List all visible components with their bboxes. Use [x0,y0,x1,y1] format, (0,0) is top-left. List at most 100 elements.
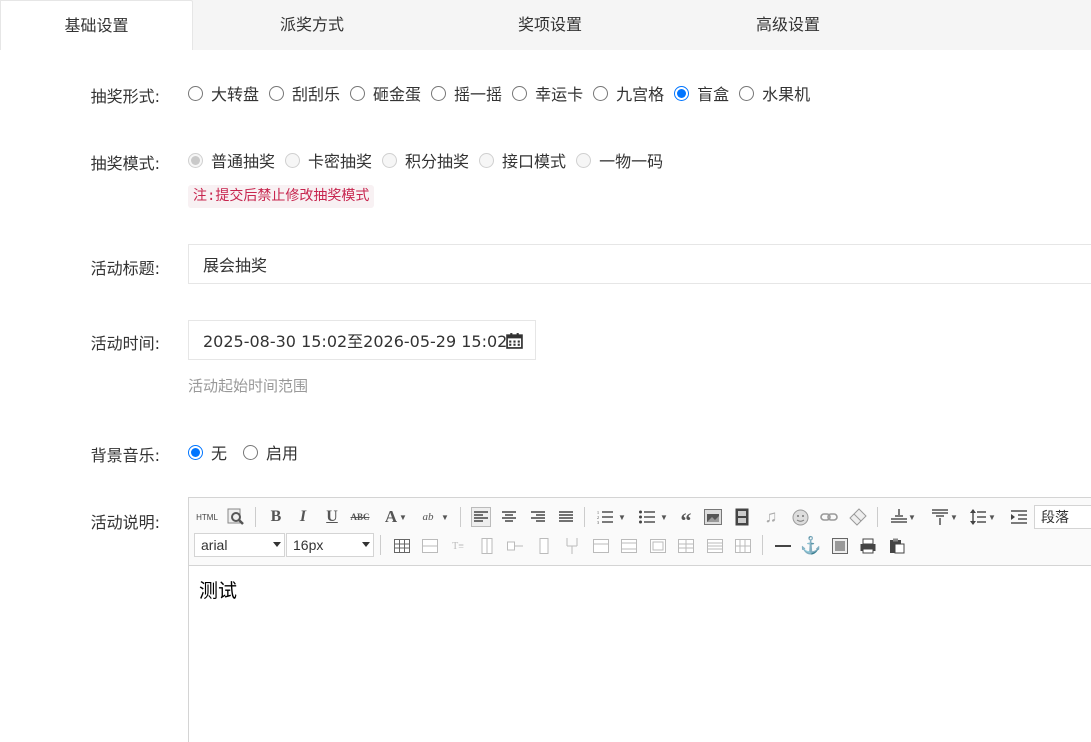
insert-table-icon[interactable] [392,536,412,556]
editor-toolbar: HTML B I U ABC A ▼ ab ▼ 123 ▼ ▼ “ ♫ ▼ ▼ … [189,498,1091,566]
tab-basic-settings[interactable]: 基础设置 [0,0,193,50]
font-color-dropdown-icon[interactable]: ▼ [398,507,408,527]
horizontal-rule-icon[interactable] [773,536,793,556]
link-icon[interactable] [819,507,839,527]
table-merge-right-icon[interactable] [505,536,525,556]
lottery-form-option[interactable]: 盲盒 [674,81,729,105]
font-family-select[interactable]: arial [194,533,285,557]
description-label: 活动说明: [90,513,160,532]
row-spacing-top-dropdown-icon[interactable]: ▼ [907,507,917,527]
table-delete-col-icon[interactable] [619,536,639,556]
lottery-form-option[interactable]: 水果机 [739,81,810,105]
radio-button[interactable] [350,85,366,101]
lottery-mode-option: 积分抽奖 [382,148,469,172]
bg-music-option-none[interactable]: 无 [188,440,227,464]
strikethrough-button[interactable]: ABC [350,507,370,527]
table-insert-row-icon[interactable] [420,536,440,556]
line-height-icon[interactable] [968,507,988,527]
row-spacing-bottom-dropdown-icon[interactable]: ▼ [949,507,959,527]
eraser-icon[interactable] [848,507,868,527]
activity-title-input[interactable]: 展会抽奖 [188,244,1091,284]
calendar-icon[interactable] [506,332,523,353]
radio-button-checked[interactable] [188,444,203,460]
table-delete-row-icon[interactable] [591,536,611,556]
lottery-form-option[interactable]: 刮刮乐 [269,81,340,105]
table-delete-icon[interactable] [733,536,753,556]
align-right-icon[interactable] [528,507,548,527]
paste-icon[interactable] [887,536,907,556]
chevron-down-icon [273,542,281,547]
activity-time-input[interactable]: 2025-08-30 15:02至2026-05-29 15:02 [188,320,536,360]
lottery-mode-option: 卡密抽奖 [285,148,372,172]
radio-button[interactable] [431,85,447,101]
lottery-form-option[interactable]: 摇一摇 [431,81,502,105]
table-split-rows-icon[interactable] [676,536,696,556]
radio-button-disabled [382,152,398,168]
tab-bar: 基础设置 派奖方式 奖项设置 高级设置 [0,0,1091,50]
table-insert-col-icon[interactable] [477,536,497,556]
lottery-form-option[interactable]: 大转盘 [188,81,259,105]
lottery-mode-options: 普通抽奖 卡密抽奖 积分抽奖 接口模式 一物一码 [188,148,673,172]
print-icon[interactable] [858,536,878,556]
underline-button[interactable]: U [322,507,342,527]
lottery-form-option[interactable]: 幸运卡 [512,81,583,105]
lottery-form-option[interactable]: 九宫格 [593,81,664,105]
lottery-mode-option: 普通抽奖 [188,148,275,172]
font-size-select[interactable]: 16px [286,533,374,557]
activity-time-hint: 活动起始时间范围 [188,377,309,395]
radio-button[interactable] [739,85,755,101]
tab-advanced-settings[interactable]: 高级设置 [669,0,907,50]
insert-frame-icon[interactable] [830,536,850,556]
table-merge-down-icon[interactable] [534,536,554,556]
italic-button[interactable]: I [293,507,313,527]
anchor-icon[interactable]: ⚓ [800,536,821,556]
align-left-icon[interactable] [471,507,491,527]
radio-button-checked[interactable] [674,85,690,101]
radio-button[interactable] [269,85,285,101]
editor-content[interactable]: 测试 [189,566,1091,613]
highlight-dropdown-icon[interactable]: ▼ [440,507,450,527]
unordered-list-dropdown-icon[interactable]: ▼ [659,507,669,527]
unordered-list-icon[interactable] [637,507,657,527]
bg-music-options: 无 启用 [188,440,308,464]
chevron-down-icon [362,542,370,547]
emoji-icon[interactable] [790,507,810,527]
bg-music-option-enable[interactable]: 启用 [243,440,298,464]
ordered-list-dropdown-icon[interactable]: ▼ [617,507,627,527]
lottery-mode-label: 抽奖模式: [90,154,160,173]
lottery-mode-option: 接口模式 [479,148,566,172]
align-center-icon[interactable] [499,507,519,527]
table-split-cells-icon[interactable] [648,536,668,556]
activity-time-value: 2025-08-30 15:02至2026-05-29 15:02 [203,332,508,351]
line-height-dropdown-icon[interactable]: ▼ [987,507,997,527]
table-title-icon[interactable]: T≡ [448,536,468,556]
insert-image-icon[interactable] [703,507,723,527]
blockquote-icon[interactable]: “ [676,507,696,532]
radio-button[interactable] [512,85,528,101]
paragraph-select[interactable]: 段落 [1034,505,1091,529]
html-source-button[interactable]: HTML [195,507,219,527]
insert-video-icon[interactable] [732,507,752,527]
radio-button[interactable] [593,85,609,101]
bold-button[interactable]: B [266,507,286,527]
radio-button[interactable] [188,85,203,101]
row-spacing-top-icon[interactable] [889,507,909,527]
insert-music-icon[interactable]: ♫ [761,507,781,527]
radio-button[interactable] [243,444,259,460]
ordered-list-icon[interactable]: 123 [595,507,615,527]
svg-text:3: 3 [597,520,599,524]
activity-title-label: 活动标题: [90,259,160,278]
align-justify-icon[interactable] [556,507,576,527]
table-split-icon[interactable] [562,536,582,556]
indent-icon[interactable] [1009,507,1029,527]
lottery-form-option[interactable]: 砸金蛋 [350,81,421,105]
activity-time-label: 活动时间: [90,334,160,353]
tab-prize-distribution[interactable]: 派奖方式 [193,0,431,50]
preview-search-icon[interactable] [226,507,246,527]
highlight-color-button[interactable]: ab [418,507,438,527]
row-spacing-bottom-icon[interactable] [930,507,950,527]
tab-prize-settings[interactable]: 奖项设置 [431,0,669,50]
table-split-cols-icon[interactable] [705,536,725,556]
lottery-form-label: 抽奖形式: [90,87,160,106]
rich-text-editor: HTML B I U ABC A ▼ ab ▼ 123 ▼ ▼ “ ♫ ▼ ▼ … [188,497,1091,742]
